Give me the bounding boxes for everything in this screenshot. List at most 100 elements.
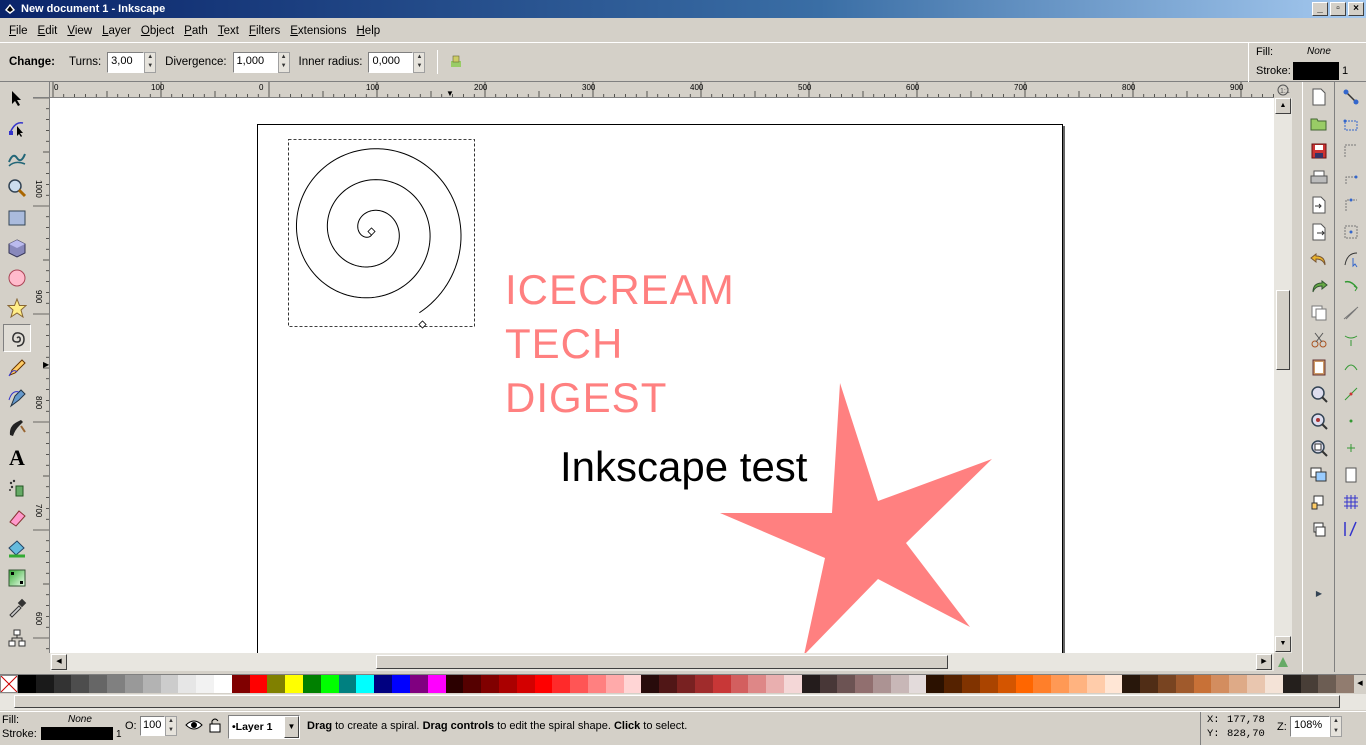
layer-dropdown[interactable]: •Layer 1 ▼: [228, 715, 300, 739]
color-swatch[interactable]: [1300, 675, 1319, 693]
layers-icon[interactable]: [1307, 517, 1331, 541]
color-swatch[interactable]: [374, 675, 393, 693]
eraser-tool[interactable]: [3, 504, 31, 532]
import-icon[interactable]: [1307, 193, 1331, 217]
close-button[interactable]: ×: [1348, 2, 1364, 16]
color-swatch[interactable]: [409, 675, 428, 693]
snap-rotation-center-icon[interactable]: [1339, 436, 1363, 460]
scroll-down-button[interactable]: ▼: [1275, 636, 1291, 652]
color-swatch[interactable]: [445, 675, 464, 693]
snap-object-center-icon[interactable]: [1339, 409, 1363, 433]
snap-midpoints-icon[interactable]: [1339, 382, 1363, 406]
opacity-down-arrow[interactable]: ▼: [166, 726, 176, 735]
color-swatch[interactable]: [873, 675, 891, 693]
new-document-icon[interactable]: [1307, 85, 1331, 109]
open-icon[interactable]: [1307, 112, 1331, 136]
color-swatch[interactable]: [837, 675, 856, 693]
snap-enable-icon[interactable]: [1339, 85, 1363, 109]
snap-bbox-center-icon[interactable]: [1339, 220, 1363, 244]
snap-guides-icon[interactable]: [1339, 517, 1363, 541]
divergence-spinbox[interactable]: 1,000 ▲ ▼: [232, 51, 290, 73]
zoom-selection-icon[interactable]: [1307, 382, 1331, 406]
color-swatch[interactable]: [427, 675, 446, 693]
star-shape[interactable]: [720, 383, 992, 653]
snap-smooth-nodes-icon[interactable]: [1339, 355, 1363, 379]
zoom-up-arrow[interactable]: ▲: [1331, 717, 1341, 727]
color-swatch[interactable]: [926, 675, 945, 693]
zoom-page-icon[interactable]: [1307, 436, 1331, 460]
color-swatch[interactable]: [1104, 675, 1123, 693]
color-swatch[interactable]: [1264, 675, 1283, 693]
rectangle-tool[interactable]: [3, 204, 31, 232]
color-swatch[interactable]: [659, 675, 678, 693]
color-swatch[interactable]: [1086, 675, 1105, 693]
spiral-object[interactable]: [285, 136, 480, 331]
ungroup-icon[interactable]: [1307, 490, 1331, 514]
color-swatch[interactable]: [552, 675, 571, 693]
color-swatch[interactable]: [641, 675, 660, 693]
menu-extensions[interactable]: Extensions: [285, 25, 351, 37]
color-swatch[interactable]: [481, 675, 499, 693]
color-swatch[interactable]: [1015, 675, 1034, 693]
opacity-spinbox[interactable]: 100 ▲ ▼: [140, 716, 177, 736]
3d-box-tool[interactable]: [3, 234, 31, 262]
color-swatch[interactable]: [231, 675, 250, 693]
drawing-canvas[interactable]: ICECREAM TECH DIGEST Inkscape test: [50, 98, 1274, 653]
ellipse-tool[interactable]: [3, 264, 31, 292]
color-swatch[interactable]: [890, 675, 909, 693]
color-swatch[interactable]: [35, 675, 54, 693]
horizontal-scroll-thumb[interactable]: [376, 655, 948, 669]
vertical-ruler[interactable]: 1000 900 800 700 600 ▶: [33, 98, 50, 653]
zoom-corner-icon[interactable]: 1:1: [1274, 82, 1292, 98]
star-tool[interactable]: [3, 294, 31, 322]
tweak-tool[interactable]: [3, 144, 31, 172]
menu-path[interactable]: Path: [179, 25, 213, 37]
color-swatch[interactable]: [534, 675, 553, 693]
menu-file[interactable]: File: [4, 25, 33, 37]
color-swatch[interactable]: [213, 675, 232, 693]
icecream-text[interactable]: ICECREAM: [505, 266, 735, 314]
color-swatch[interactable]: [178, 675, 197, 693]
menu-object[interactable]: Object: [136, 25, 179, 37]
color-swatch[interactable]: [1068, 675, 1087, 693]
redo-icon[interactable]: [1307, 274, 1331, 298]
divergence-down-arrow[interactable]: ▼: [279, 62, 289, 72]
paint-bucket-tool[interactable]: [3, 534, 31, 562]
color-swatch[interactable]: [1247, 675, 1265, 693]
dropper-tool[interactable]: [3, 594, 31, 622]
divergence-input[interactable]: 1,000: [232, 51, 278, 73]
color-swatch[interactable]: [516, 675, 535, 693]
layer-lock-icon[interactable]: [208, 717, 222, 736]
zoom-input[interactable]: 108%: [1290, 716, 1330, 737]
color-swatch[interactable]: [142, 675, 161, 693]
zoom-spinbox[interactable]: 108% ▲ ▼: [1290, 716, 1342, 737]
spiral-tool[interactable]: [3, 324, 31, 352]
snap-nodes-icon[interactable]: [1339, 247, 1363, 271]
paste-icon[interactable]: [1307, 355, 1331, 379]
color-swatch[interactable]: [1122, 675, 1141, 693]
snap-cusp-nodes-icon[interactable]: [1339, 328, 1363, 352]
save-icon[interactable]: [1307, 139, 1331, 163]
spiral-outer-handle[interactable]: [418, 320, 427, 329]
inner-radius-spinbox[interactable]: 0,000 ▲ ▼: [368, 51, 426, 73]
spiral-inner-handle[interactable]: [367, 227, 376, 236]
opacity-up-arrow[interactable]: ▲: [166, 717, 176, 726]
color-swatch[interactable]: [1336, 675, 1354, 693]
color-swatch[interactable]: [267, 675, 286, 693]
selected-style-indicator[interactable]: Fill: None Stroke: 1: [1248, 42, 1366, 82]
color-swatch[interactable]: [766, 675, 784, 693]
color-swatch[interactable]: [53, 675, 72, 693]
turns-down-arrow[interactable]: ▼: [145, 62, 155, 72]
snap-bbox-midpoint-icon[interactable]: [1339, 193, 1363, 217]
color-swatch[interactable]: [819, 675, 838, 693]
color-swatch[interactable]: [303, 675, 321, 693]
color-swatch[interactable]: [801, 675, 820, 693]
palette-scroll-thumb[interactable]: [14, 695, 1340, 708]
turns-up-arrow[interactable]: ▲: [145, 53, 155, 63]
inner-radius-input[interactable]: 0,000: [368, 51, 414, 73]
horizontal-scrollbar[interactable]: ◀ ▶: [50, 653, 1274, 671]
color-swatch[interactable]: [1193, 675, 1212, 693]
color-swatch[interactable]: [107, 675, 125, 693]
node-tool[interactable]: [3, 114, 31, 142]
color-swatch[interactable]: [783, 675, 802, 693]
